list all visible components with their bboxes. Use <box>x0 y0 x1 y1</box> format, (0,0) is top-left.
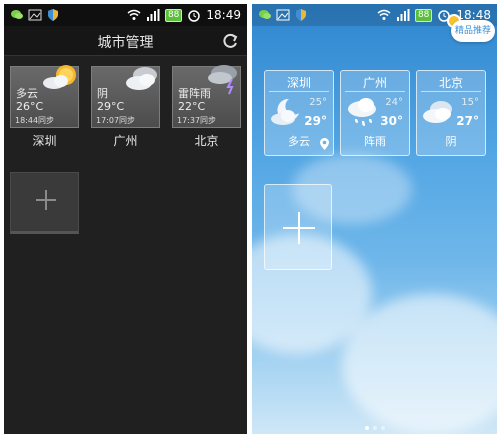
city-grid: 多云 26°C 18:44同步 深圳 阴 29°C 17:07同步 广州 雷阵雨… <box>10 65 241 149</box>
low-temperature: 27° <box>456 114 479 128</box>
temperature: 22°C <box>178 100 206 113</box>
city-name: 广州 <box>362 76 387 90</box>
page-dot <box>372 426 377 430</box>
title-bar: 城市管理 <box>4 26 247 56</box>
sun-cloud-icon <box>43 65 76 89</box>
wifi-icon <box>377 9 391 20</box>
city-card-beijing[interactable]: 雷阵雨 22°C 17:37同步 北京 <box>172 65 241 149</box>
city-card-guangzhou[interactable]: 阴 29°C 17:07同步 广州 <box>91 66 160 149</box>
location-pin-icon <box>320 138 329 150</box>
city-grid: 深圳 25° 29° 多云 广州 24° 30° 阵雨 北京 15° 27° 阴 <box>264 70 486 156</box>
high-temperature: 25° <box>309 97 327 108</box>
add-city-button[interactable] <box>264 184 332 270</box>
temperature: 29°C <box>97 100 125 113</box>
status-bar: 88 18:49 <box>4 4 247 26</box>
signal-icon <box>146 9 160 21</box>
alarm-icon <box>188 10 201 22</box>
city-card-shenzhen[interactable]: 多云 26°C 18:44同步 深圳 <box>10 65 79 149</box>
weather-text: 多云 <box>16 87 38 100</box>
sync-time: 17:37同步 <box>177 116 217 125</box>
battery-icon: 88 <box>414 8 433 22</box>
city-name: 深圳 <box>286 76 311 90</box>
plus-icon <box>283 212 315 244</box>
city-weather-tile[interactable]: 阴 29°C 17:07同步 <box>91 66 160 128</box>
city-manager-dark-screen: 88 18:49 城市管理 多云 26°C 18:44同步 深圳 阴 29°C … <box>4 4 247 434</box>
page-title: 城市管理 <box>97 35 154 51</box>
condition-text: 阴 <box>445 135 457 148</box>
low-temperature: 30° <box>380 114 403 128</box>
city-name: 北京 <box>194 134 219 148</box>
high-temperature: 15° <box>461 97 479 108</box>
condition-text: 阵雨 <box>364 135 386 148</box>
moon-cloud-icon <box>271 98 299 125</box>
city-name: 广州 <box>113 134 138 148</box>
plus-icon <box>36 190 56 210</box>
battery-icon: 88 <box>164 8 183 22</box>
divider <box>345 91 405 92</box>
image-icon <box>276 9 290 21</box>
shield-icon <box>296 9 306 21</box>
city-weather-tile[interactable]: 多云 26°C 18:44同步 <box>10 65 79 128</box>
page-dot <box>380 426 385 430</box>
city-card-guangzhou[interactable]: 广州 24° 30° 阵雨 <box>340 70 410 156</box>
wifi-icon <box>127 9 141 20</box>
city-weather-tile[interactable]: 雷阵雨 22°C 17:37同步 <box>172 65 241 128</box>
cloud-icon <box>126 67 157 90</box>
city-card-beijing[interactable]: 北京 15° 27° 阴 <box>416 70 486 156</box>
low-temperature: 29° <box>304 114 327 128</box>
cloud-icon <box>423 101 452 123</box>
sync-time: 18:44同步 <box>15 116 55 125</box>
image-icon <box>28 9 42 21</box>
weather-text: 雷阵雨 <box>178 87 211 100</box>
refresh-icon[interactable] <box>221 32 239 50</box>
city-name: 北京 <box>438 76 463 90</box>
weather-text: 阴 <box>97 87 108 100</box>
page-indicator <box>252 426 497 430</box>
wechat-icon <box>11 10 23 19</box>
weather-home-screen: 88 18:48 精品推荐 深圳 25° 29° 多云 广州 24° 30° 阵… <box>252 4 497 434</box>
status-time: 18:49 <box>206 8 241 22</box>
promo-button[interactable]: 精品推荐 <box>451 20 495 42</box>
page-dot <box>364 426 369 430</box>
divider <box>269 91 329 92</box>
wechat-icon <box>259 10 271 19</box>
divider <box>421 91 481 92</box>
city-card-shenzhen[interactable]: 深圳 25° 29° 多云 <box>264 70 334 156</box>
city-name: 深圳 <box>32 134 57 148</box>
signal-icon <box>396 9 410 21</box>
rain-cloud-icon <box>348 98 376 126</box>
shield-icon <box>48 9 58 21</box>
sync-time: 17:07同步 <box>96 116 136 125</box>
add-city-button[interactable] <box>10 172 79 234</box>
high-temperature: 24° <box>385 97 403 108</box>
temperature: 26°C <box>16 100 44 113</box>
